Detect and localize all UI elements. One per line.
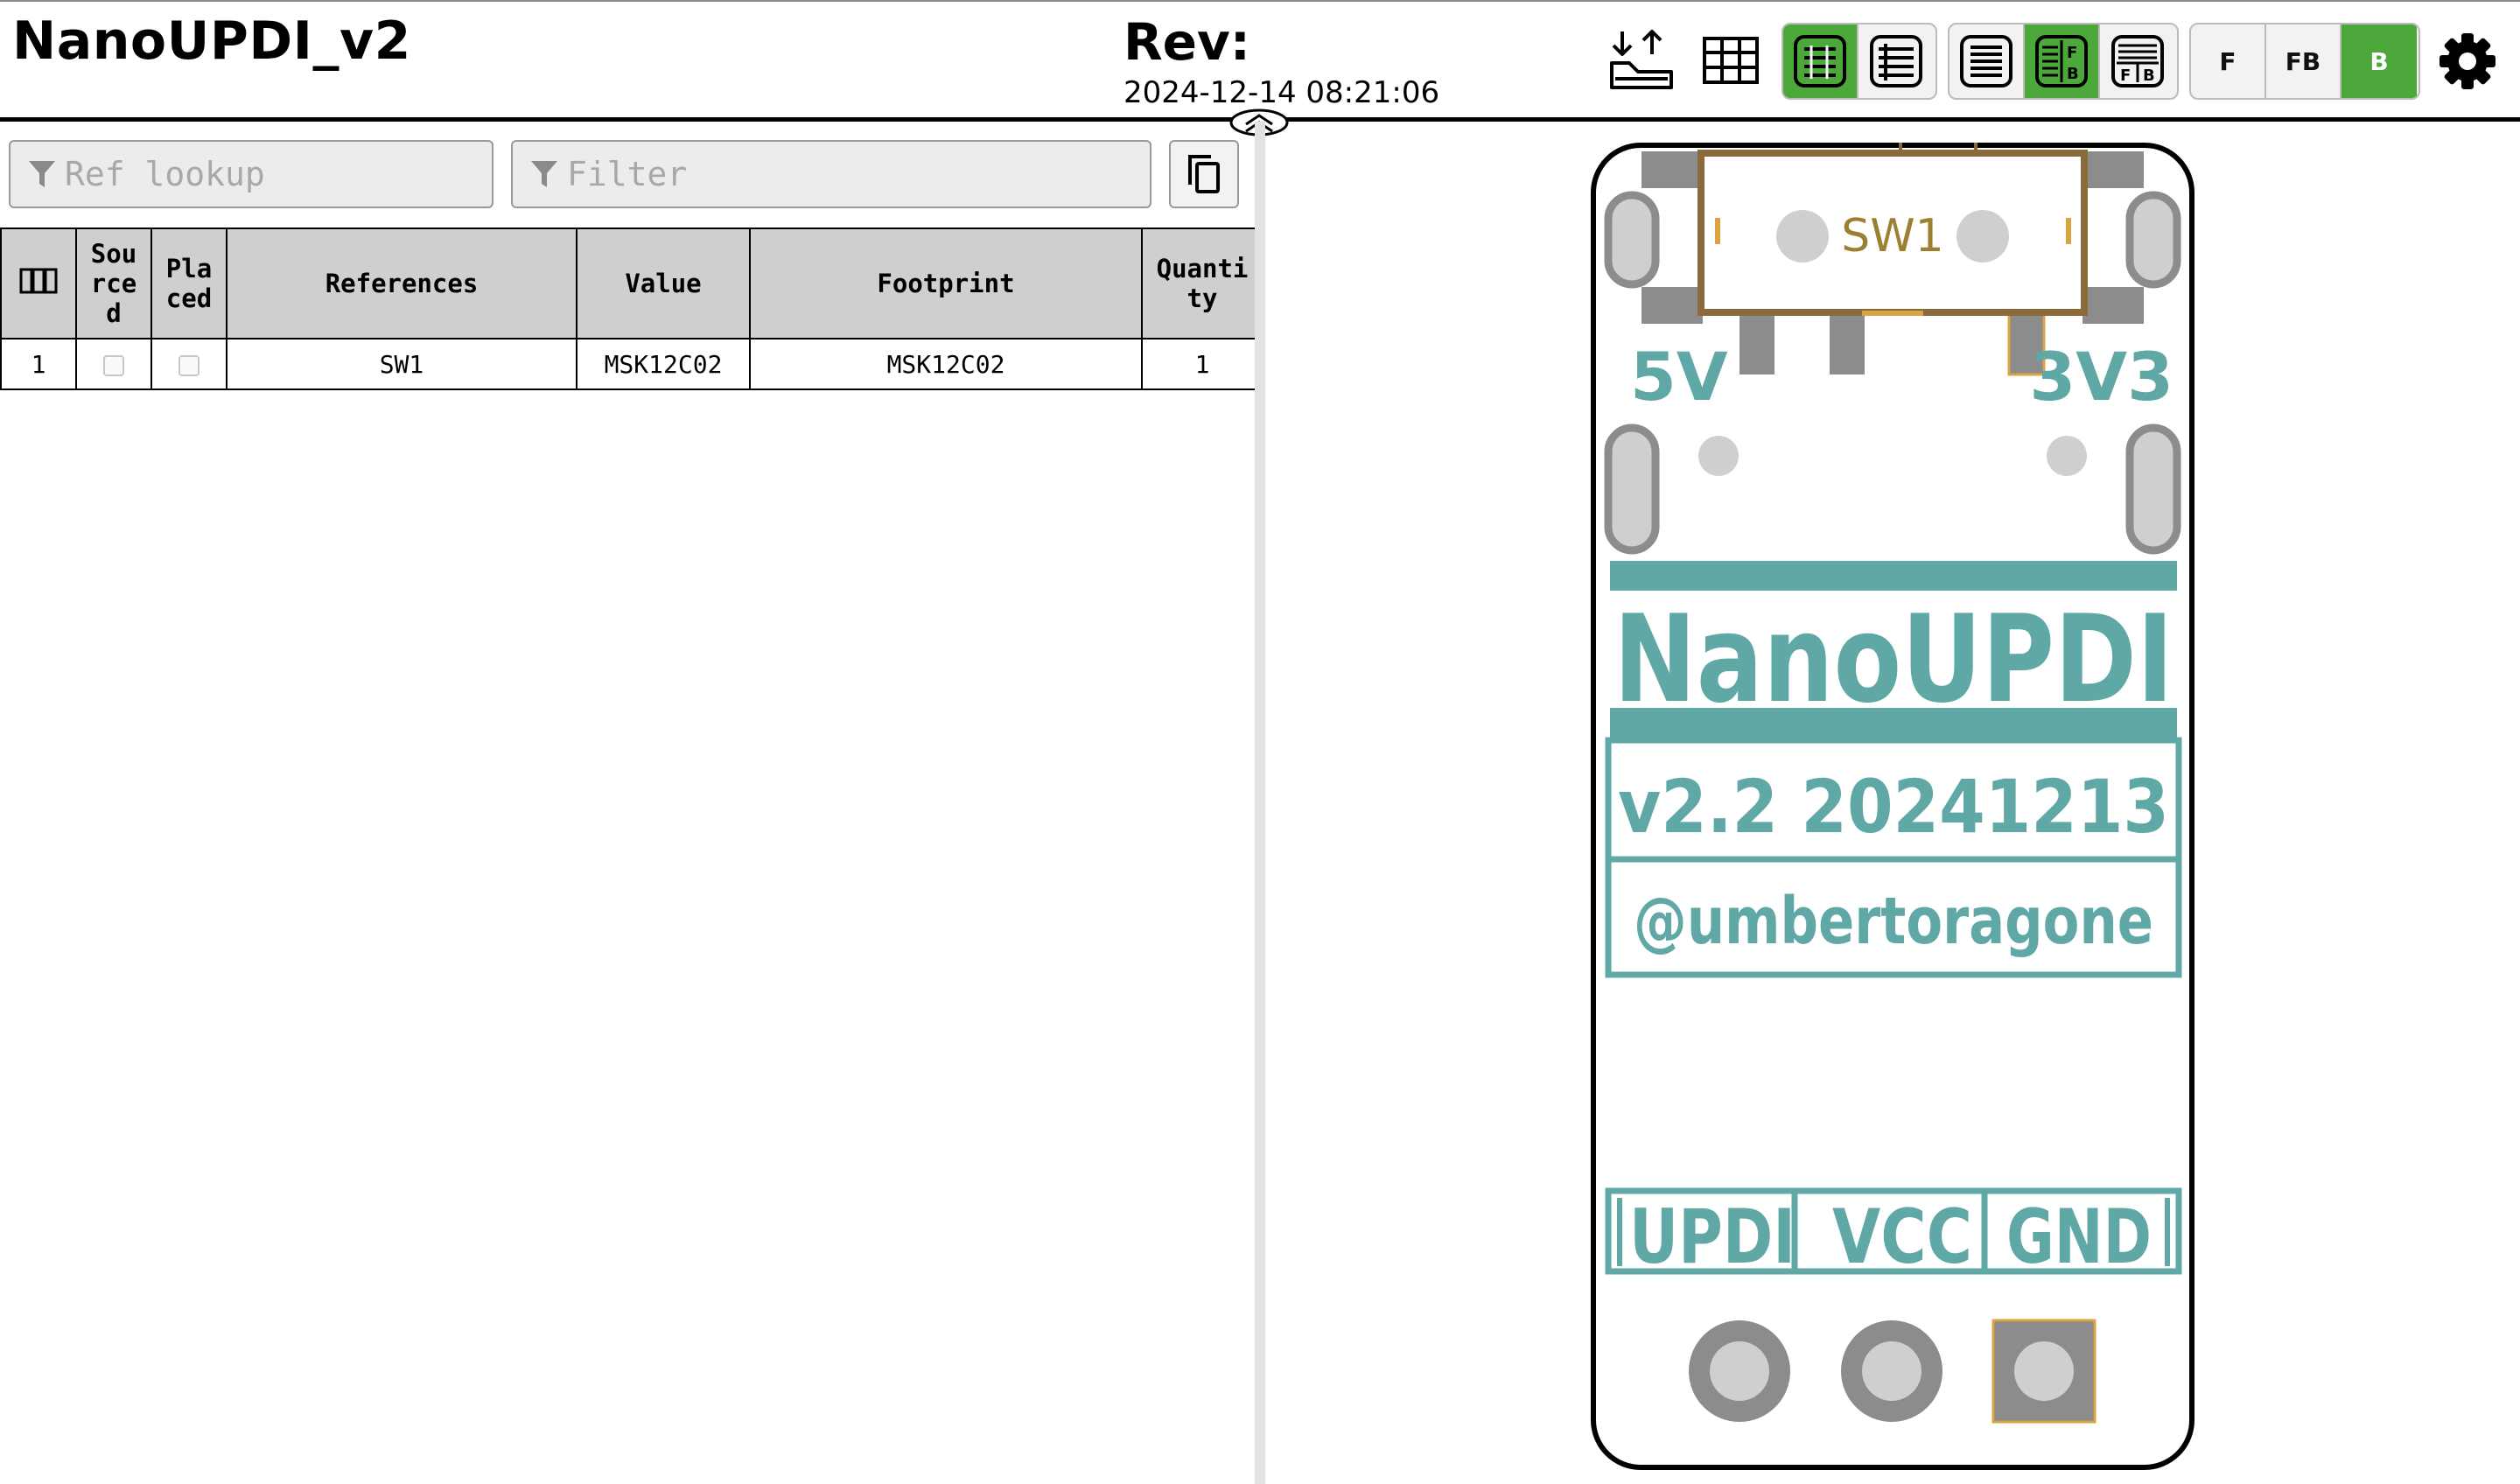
bom-fb-split-button[interactable]: F B — [2025, 24, 2100, 98]
layer-group: F FB B — [2189, 23, 2420, 100]
quantity-cell: 1 — [1141, 338, 1264, 390]
copy-button[interactable] — [1169, 140, 1239, 208]
column-header-columns-toggle[interactable] — [0, 228, 77, 340]
layer-front-back-button[interactable]: FB — [2266, 24, 2342, 98]
placed-cell — [150, 338, 228, 390]
label-3v3: 3V3 — [2029, 338, 2174, 416]
pcb-view[interactable]: SW1 5V 3V3 NanoUPDI v2.2 20241213 @umber… — [1591, 143, 2194, 1473]
revision-date: 2024-12-14 08:21:06 — [1124, 75, 1440, 110]
pin-label-vcc: VCC — [1832, 1194, 1972, 1281]
label-5v: 5V — [1630, 338, 1728, 416]
layer-back-button[interactable]: B — [2342, 24, 2417, 98]
author-text: @umbertoragone — [1634, 884, 2153, 959]
bom-left-right-only-button[interactable] — [1950, 24, 2025, 98]
bom-fb-split-icon: F B — [2035, 35, 2088, 88]
pin-label-gnd: GND — [2006, 1194, 2152, 1281]
settings-icon[interactable] — [2432, 23, 2502, 100]
ref-lookup-input[interactable]: Ref lookup — [9, 140, 494, 208]
column-header-placed[interactable]: Pla ced — [150, 228, 228, 340]
version-text: v2.2 20241213 — [1618, 764, 2169, 850]
svg-text:F: F — [2067, 44, 2077, 62]
pin-label-updi: UPDI — [1629, 1194, 1796, 1281]
svg-text:B: B — [2143, 66, 2155, 85]
footprint-cell: MSK12C02 — [749, 338, 1143, 390]
grid-icon[interactable] — [1692, 23, 1769, 100]
copy-icon — [1188, 155, 1220, 193]
columns-icon — [19, 268, 58, 293]
revision-label: Rev: — [1124, 12, 1250, 72]
filter-placeholder: Filter — [567, 155, 688, 193]
bom-table: Sou rce d Pla ced References Value Footp… — [0, 228, 1264, 390]
bom-fb-stacked-icon: F B — [2111, 35, 2164, 88]
column-header-references[interactable]: References — [226, 228, 578, 340]
bom-mode-group-2: F B F B — [1948, 23, 2179, 100]
sourced-checkbox[interactable] — [103, 354, 124, 376]
export-icon[interactable] — [1603, 23, 1680, 100]
value-cell: MSK12C02 — [576, 338, 751, 390]
filter-icon — [29, 161, 55, 187]
row-index: 1 — [0, 338, 77, 390]
bom-left-right-icon — [1870, 35, 1922, 88]
layer-front-button[interactable]: F — [2191, 24, 2266, 98]
switch-label: SW1 — [1841, 210, 1944, 262]
column-header-sourced[interactable]: Sou rce d — [75, 228, 152, 340]
bom-fb-stacked-button[interactable]: F B — [2100, 24, 2175, 98]
ref-lookup-placeholder: Ref lookup — [65, 155, 265, 193]
column-header-footprint[interactable]: Footprint — [749, 228, 1143, 340]
sourced-cell — [75, 338, 152, 390]
bom-only-icon — [1794, 35, 1846, 88]
panel-splitter[interactable] — [1255, 122, 1265, 1484]
top-bar: NanoUPDI_v2 Rev: 2024-12-14 08:21:06 F B… — [0, 0, 2520, 120]
column-header-quantity[interactable]: Quanti ty — [1141, 228, 1264, 340]
table-row[interactable]: 1 SW1 MSK12C02 MSK12C02 1 — [0, 338, 1264, 390]
column-header-value[interactable]: Value — [576, 228, 751, 340]
page-title: NanoUPDI_v2 — [12, 10, 411, 72]
references-cell: SW1 — [226, 338, 578, 390]
svg-text:B: B — [2067, 65, 2079, 83]
filter-input[interactable]: Filter — [511, 140, 1152, 208]
filter-icon — [531, 161, 557, 187]
bom-only-button[interactable] — [1783, 24, 1858, 98]
svg-text:F: F — [2120, 66, 2131, 85]
bom-left-right-button[interactable] — [1858, 24, 1934, 98]
placed-checkbox[interactable] — [178, 354, 200, 376]
bom-mode-group-1 — [1782, 23, 1937, 100]
header-pads — [1689, 1319, 2096, 1424]
bom-left-right-only-icon — [1960, 35, 2012, 88]
